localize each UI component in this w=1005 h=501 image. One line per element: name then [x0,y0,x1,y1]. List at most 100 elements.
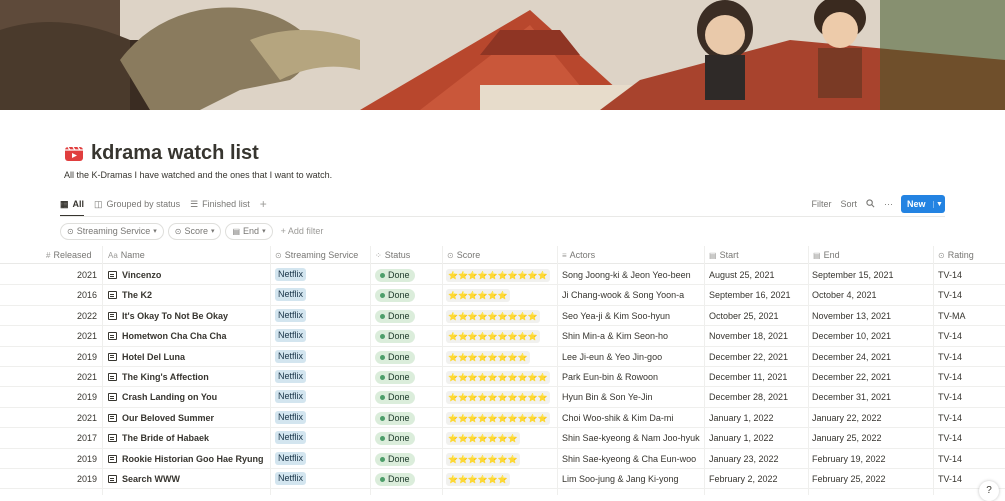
actors-cell[interactable]: Shin Sae-kyeong & Cha Eun-woo [562,449,703,469]
score-cell[interactable]: ⭐⭐⭐⭐⭐⭐⭐ [446,428,558,448]
table-row[interactable]: 2021 The King's Affection Netflix Done ⭐… [0,367,1005,387]
column-header-actors[interactable]: ≡Actors [562,246,595,264]
start-cell[interactable]: January 23, 2022 [709,449,807,469]
released-cell[interactable]: 2022 [40,306,97,326]
released-cell[interactable]: 2019 [40,347,97,367]
end-cell[interactable]: November 13, 2021 [812,306,932,326]
actors-cell[interactable]: Seo Yea-ji & Kim Soo-hyun [562,306,703,326]
rating-cell[interactable]: TV-14 [938,408,998,428]
status-cell[interactable]: Done [375,347,442,367]
score-cell[interactable]: ⭐⭐⭐⭐⭐⭐⭐⭐ [446,347,558,367]
column-header-streaming-service[interactable]: ⊙Streaming Service [275,246,358,264]
streaming-service-cell[interactable]: Netflix [275,449,370,469]
start-cell[interactable]: September 16, 2021 [709,285,807,305]
rating-cell[interactable]: TV-14 [938,347,998,367]
column-header-status[interactable]: ⁘Status [375,246,410,264]
chevron-down-icon[interactable]: ▼ [933,201,945,208]
name-cell[interactable]: Vincenzo [108,265,268,285]
streaming-service-cell[interactable]: Netflix [275,469,370,489]
status-cell[interactable]: Done [375,285,442,305]
table-row[interactable]: 2019 Crash Landing on You Netflix Done ⭐… [0,387,1005,407]
released-cell[interactable]: 2021 [40,265,97,285]
end-cell[interactable]: October 4, 2021 [812,285,932,305]
streaming-service-cell[interactable]: Netflix [275,428,370,448]
name-cell[interactable]: Our Beloved Summer [108,408,268,428]
start-cell[interactable]: November 18, 2021 [709,326,807,346]
name-cell[interactable]: Rookie Historian Goo Hae Ryung [108,449,268,469]
streaming-service-cell[interactable]: Netflix [275,408,370,428]
help-button[interactable]: ? [979,481,999,501]
new-button[interactable]: New ▼ [901,195,945,213]
rating-cell[interactable]: TV-MA [938,306,998,326]
released-cell[interactable]: 2016 [40,285,97,305]
end-cell[interactable]: December 31, 2021 [812,387,932,407]
actors-cell[interactable]: Choi Woo-shik & Kim Da-mi [562,408,703,428]
name-cell[interactable]: The King's Affection [108,367,268,387]
start-cell[interactable]: January 1, 2022 [709,408,807,428]
name-cell[interactable]: The K2 [108,285,268,305]
add-view-button[interactable]: + [260,197,267,211]
page-title[interactable]: kdrama watch list [91,142,259,165]
rating-cell[interactable]: TV-14 [938,367,998,387]
column-header-end[interactable]: ▤End [813,246,840,264]
released-cell[interactable]: 2021 [40,367,97,387]
end-cell[interactable]: December 24, 2021 [812,347,932,367]
status-cell[interactable]: Done [375,265,442,285]
filter-chip-streaming-service[interactable]: ⊙ Streaming Service ▾ [60,223,164,240]
end-cell[interactable]: January 22, 2022 [812,408,932,428]
end-cell[interactable]: December 10, 2021 [812,326,932,346]
streaming-service-cell[interactable]: Netflix [275,367,370,387]
released-cell[interactable]: 2021 [40,326,97,346]
streaming-service-cell[interactable]: Netflix [275,387,370,407]
status-cell[interactable]: Done [375,367,442,387]
tab-grouped-by-status[interactable]: ◫ Grouped by status [94,192,180,216]
page-description[interactable]: All the K-Dramas I have watched and the … [64,170,332,180]
status-cell[interactable]: Done [375,408,442,428]
filter-button[interactable]: Filter [811,199,831,209]
score-cell[interactable]: ⭐⭐⭐⭐⭐⭐ [446,285,558,305]
filter-chip-end[interactable]: ▤ End ▾ [225,223,272,240]
start-cell[interactable]: January 1, 2022 [709,428,807,448]
end-cell[interactable]: February 19, 2022 [812,449,932,469]
rating-cell[interactable]: TV-14 [938,285,998,305]
start-cell[interactable]: December 11, 2021 [709,367,807,387]
actors-cell[interactable]: Song Joong-ki & Jeon Yeo-been [562,265,703,285]
streaming-service-cell[interactable]: Netflix [275,265,370,285]
actors-cell[interactable]: Ji Chang-wook & Song Yoon-a [562,285,703,305]
end-cell[interactable]: February 25, 2022 [812,469,932,489]
start-cell[interactable]: October 25, 2021 [709,306,807,326]
table-row[interactable]: 2019 Hotel Del Luna Netflix Done ⭐⭐⭐⭐⭐⭐⭐… [0,347,1005,367]
rating-cell[interactable]: TV-14 [938,449,998,469]
status-cell[interactable]: Done [375,469,442,489]
table-row[interactable]: 2019 Rookie Historian Goo Hae Ryung Netf… [0,449,1005,469]
released-cell[interactable]: 2019 [40,387,97,407]
rating-cell[interactable]: TV-14 [938,387,998,407]
actors-cell[interactable]: Lim Soo-jung & Jang Ki-yong [562,469,703,489]
more-options-button[interactable]: ··· [884,199,893,209]
released-cell[interactable]: 2021 [40,408,97,428]
start-cell[interactable]: December 22, 2021 [709,347,807,367]
column-header-released[interactable]: #Released [46,246,91,264]
name-cell[interactable]: Crash Landing on You [108,387,268,407]
column-header-start[interactable]: ▤Start [709,246,739,264]
score-cell[interactable]: ⭐⭐⭐⭐⭐⭐⭐⭐⭐⭐ [446,265,558,285]
released-cell[interactable]: 2017 [40,428,97,448]
streaming-service-cell[interactable]: Netflix [275,306,370,326]
released-cell[interactable]: 2019 [40,449,97,469]
table-row[interactable]: 2017 The Bride of Habaek Netflix Done ⭐⭐… [0,428,1005,448]
name-cell[interactable]: The Bride of Habaek [108,428,268,448]
score-cell[interactable]: ⭐⭐⭐⭐⭐⭐⭐⭐⭐⭐ [446,408,558,428]
status-cell[interactable]: Done [375,449,442,469]
streaming-service-cell[interactable]: Netflix [275,285,370,305]
actors-cell[interactable]: Lee Ji-eun & Yeo Jin-goo [562,347,703,367]
tab-all[interactable]: ▦ All [60,192,84,216]
rating-cell[interactable]: TV-14 [938,265,998,285]
score-cell[interactable]: ⭐⭐⭐⭐⭐⭐⭐⭐⭐⭐ [446,387,558,407]
actors-cell[interactable]: Park Eun-bin & Rowoon [562,367,703,387]
status-cell[interactable]: Done [375,306,442,326]
start-cell[interactable]: December 28, 2021 [709,387,807,407]
score-cell[interactable]: ⭐⭐⭐⭐⭐⭐⭐⭐⭐⭐ [446,367,558,387]
start-cell[interactable]: February 2, 2022 [709,469,807,489]
actors-cell[interactable]: Hyun Bin & Son Ye-Jin [562,387,703,407]
rating-cell[interactable]: TV-14 [938,428,998,448]
